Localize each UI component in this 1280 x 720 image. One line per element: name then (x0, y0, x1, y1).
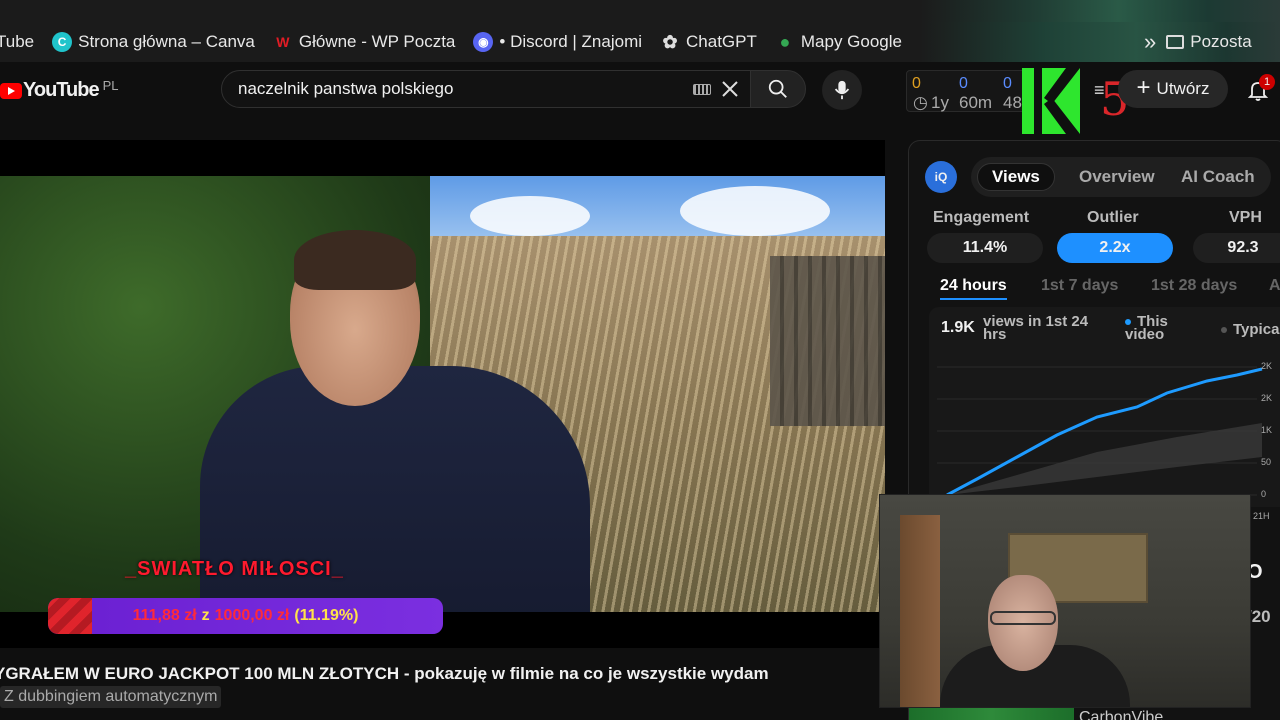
y-tick-label: 50 (1261, 457, 1272, 467)
stat-value: 0 (959, 75, 968, 92)
goal-target: 1000,00 zł (214, 607, 290, 624)
bookmark-label: Strona główna – Canva (78, 32, 255, 51)
y-tick-label: 0 (1261, 489, 1267, 499)
period-all[interactable]: A (1269, 277, 1280, 295)
dubbing-badge: Z dubbingiem automatycznym (0, 686, 222, 708)
chart-total-views: 1.9K (941, 319, 975, 336)
metric-label-outlier: Outlier (1087, 209, 1139, 226)
k-extension-icon[interactable] (1022, 68, 1080, 134)
plus-icon: + (1136, 74, 1151, 101)
search-icon (768, 79, 787, 98)
bookmark-chatgpt[interactable]: ✿ ChatGPT (660, 31, 757, 52)
browser-theme-art (920, 0, 1280, 22)
metric-value-vph: 92.3 (1193, 233, 1280, 263)
bookmark-label: • Discord | Znajomi (499, 32, 643, 51)
canva-icon: C (52, 32, 73, 52)
microphone-icon (834, 80, 850, 100)
youtube-logo[interactable]: YouTube PL (0, 78, 119, 102)
views-chart-card: 1.9K views in 1st 24 hrs This video Typi… (929, 307, 1280, 507)
vidiq-logo-icon: iQ (925, 161, 957, 193)
bookmark-youtube[interactable]: Tube (0, 32, 34, 52)
period-7-days[interactable]: 1st 7 days (1041, 277, 1118, 295)
metric-label-vph: VPH (1229, 209, 1262, 226)
legend-typical: Typica (1221, 321, 1279, 338)
glasses-icon (990, 611, 1056, 625)
chatgpt-icon: ✿ (662, 31, 678, 52)
bookmark-maps[interactable]: ● Mapy Google (775, 32, 902, 52)
webcam-overlay (879, 494, 1251, 708)
create-label: Utwórz (1156, 79, 1210, 98)
chevrons-right-icon: » (1144, 29, 1157, 54)
keyboard-icon[interactable] (693, 84, 711, 95)
clock-icon: ◷ (913, 93, 928, 112)
bookmark-label: Pozosta (1190, 32, 1252, 51)
metric-value-engagement: 11.4% (927, 233, 1043, 263)
close-icon[interactable] (718, 77, 742, 101)
create-button[interactable]: + Utwórz (1118, 70, 1228, 108)
bookmark-label: Mapy Google (800, 32, 902, 51)
bookmarks-bar: Tube C Strona główna – Canva W Główne - … (0, 22, 1280, 62)
video-player[interactable]: _SWIATŁO MIŁOSCI_ 111,88 zł z 1000,00 zł… (0, 140, 885, 648)
search-input[interactable] (238, 71, 678, 107)
goal-separator: z (201, 607, 210, 624)
y-tick-label: 2K (1261, 393, 1273, 403)
browser-tab-strip (0, 0, 1280, 22)
chart-subtitle: views in 1st 24 hrs (983, 313, 1089, 343)
bookmark-discord[interactable]: ◉ • Discord | Znajomi (473, 32, 642, 52)
channel-name[interactable]: CarbonVibe (1079, 709, 1163, 720)
bookmark-wp-poczta[interactable]: W Główne - WP Poczta (273, 32, 456, 52)
goal-percent: (11.19%) (294, 607, 359, 624)
stat-value: 0 (912, 75, 921, 92)
tab-views[interactable]: Views (977, 163, 1055, 191)
bookmark-label: ChatGPT (686, 32, 757, 51)
donation-goal-label: 111,88 zł z 1000,00 zł (11.19%) (48, 598, 443, 634)
period-28-days[interactable]: 1st 28 days (1151, 277, 1237, 295)
youtube-play-icon (0, 82, 22, 99)
vidiq-tabs: Views Overview AI Coach (971, 157, 1271, 197)
folder-icon (1166, 35, 1185, 49)
tab-ai-coach[interactable]: AI Coach (1167, 163, 1269, 191)
voice-search-button[interactable] (822, 70, 862, 110)
legend-label: This video (1125, 313, 1168, 343)
search-button[interactable] (750, 70, 806, 108)
video-frame (0, 176, 885, 612)
donation-goal-bar: 111,88 zł z 1000,00 zł (11.19%) (48, 598, 443, 634)
wp-icon: W (276, 34, 290, 50)
typical-range-area (947, 423, 1262, 495)
bookmark-canva[interactable]: C Strona główna – Canva (52, 32, 255, 52)
webcam-door (900, 515, 940, 707)
stat-time: 48 (1003, 93, 1022, 112)
y-tick-label: 2K (1261, 361, 1273, 371)
legend-this-video: This video (1125, 313, 1205, 343)
x-tick-label: 21H (1253, 511, 1270, 521)
notification-badge: 1 (1259, 74, 1275, 90)
video-thumbnail[interactable] (909, 707, 1074, 720)
logo-text: YouTube (23, 79, 100, 101)
bookmark-folder-other[interactable]: Pozosta (1166, 32, 1252, 52)
bookmark-label: Główne - WP Poczta (298, 32, 456, 51)
metric-label-engagement: Engagement (933, 209, 1030, 226)
video-title: YGRAŁEM W EURO JACKPOT 100 MLN ZŁOTYCH -… (0, 664, 769, 683)
bookmark-label: Tube (0, 32, 35, 51)
stat-value: 0 (1003, 75, 1012, 92)
stat-time: 1y (931, 93, 949, 112)
goal-current: 111,88 zł (132, 607, 197, 624)
youtube-header: YouTube PL 0 0 0 ◷ (0, 62, 1280, 134)
region-label: PL (102, 78, 119, 93)
stat-time: 60m (959, 93, 993, 112)
overlay-text: _SWIATŁO MIŁOSCI_ (125, 558, 344, 580)
legend-label: Typica (1233, 321, 1280, 338)
y-tick-label: 1K (1261, 425, 1273, 435)
views-line-chart (937, 366, 1263, 497)
tab-overview[interactable]: Overview (1065, 163, 1169, 191)
person-hair (294, 230, 416, 290)
metric-value-outlier: 2.2x (1057, 233, 1173, 263)
more-bookmarks-button[interactable]: » (1144, 29, 1156, 55)
discord-icon: ◉ (473, 32, 494, 52)
maps-pin-icon: ● (779, 31, 791, 52)
period-24-hours[interactable]: 24 hours (940, 277, 1007, 300)
background-fence (770, 256, 885, 426)
search-box (221, 70, 751, 108)
